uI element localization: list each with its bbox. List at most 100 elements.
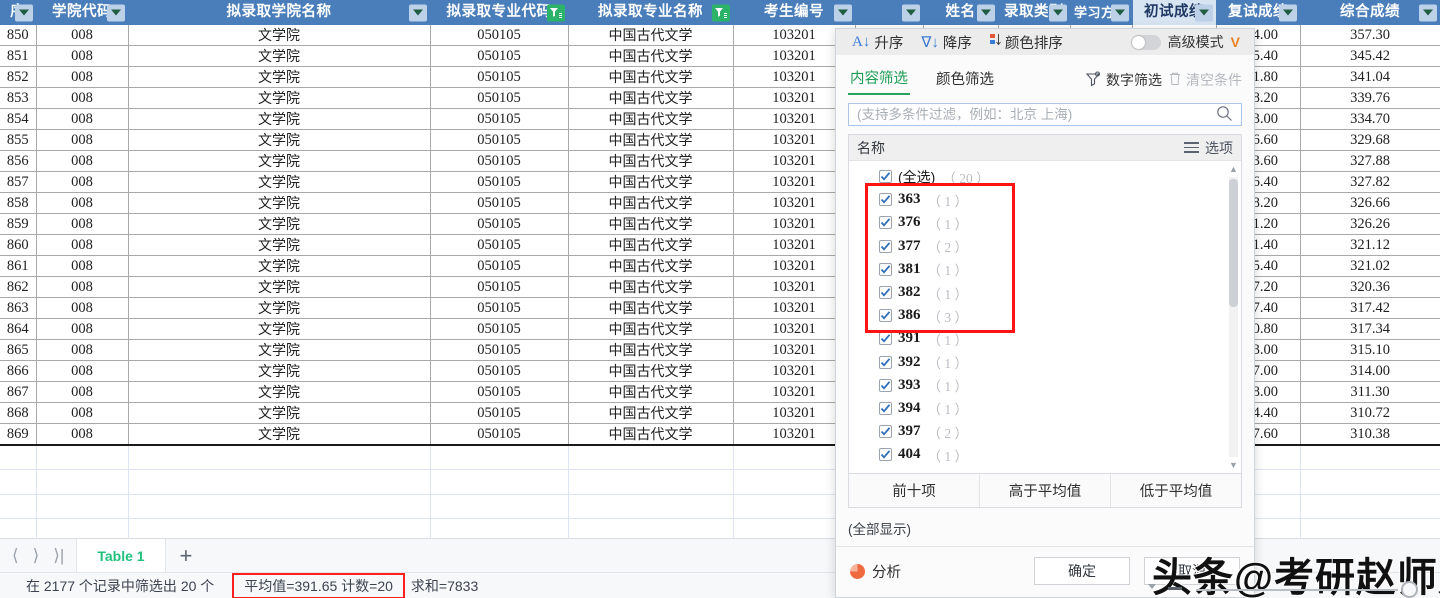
- cell-college_code[interactable]: 008: [36, 25, 128, 46]
- number-filter-button[interactable]: 数字筛选: [1085, 70, 1162, 90]
- cell-major_code[interactable]: 050105: [430, 277, 568, 298]
- cell-empty[interactable]: [1300, 494, 1440, 519]
- filter-list-scrollbar[interactable]: ▲ ▼: [1228, 163, 1239, 471]
- filter-list-body[interactable]: (全选)（ 20 ）363（ 1 ）376（ 1 ）377（ 2 ）381（ 1…: [849, 161, 1241, 473]
- filter-search-input[interactable]: [857, 107, 1216, 122]
- cell-total[interactable]: 326.66: [1300, 193, 1440, 214]
- cell-total[interactable]: 339.76: [1300, 88, 1440, 109]
- sort-descending-button[interactable]: ∇↓ 降序: [915, 32, 978, 53]
- filter-dropdown-icon[interactable]: [834, 4, 852, 21]
- cell-total[interactable]: 321.02: [1300, 256, 1440, 277]
- cell-seq[interactable]: 854: [0, 109, 36, 130]
- cell-major_code[interactable]: 050105: [430, 88, 568, 109]
- filter-search-box[interactable]: [848, 103, 1242, 126]
- color-sort-button[interactable]: 颜色排序: [984, 32, 1069, 53]
- filter-item[interactable]: 363（ 1 ）: [849, 188, 1241, 211]
- cell-empty[interactable]: [0, 470, 36, 495]
- cell-major[interactable]: 中国古代文学: [568, 382, 733, 403]
- cell-total[interactable]: 329.68: [1300, 130, 1440, 151]
- cell-college[interactable]: 文学院: [128, 403, 430, 424]
- filter-item[interactable]: 381（ 1 ）: [849, 258, 1241, 281]
- cell-major_code[interactable]: 050105: [430, 235, 568, 256]
- checkbox[interactable]: [879, 332, 892, 345]
- confirm-button[interactable]: 确定: [1034, 557, 1130, 585]
- analyze-button[interactable]: 分析: [850, 561, 901, 582]
- cell-empty[interactable]: [1300, 445, 1440, 470]
- cell-major_code[interactable]: 050105: [430, 25, 568, 46]
- cell-major_code[interactable]: 050105: [430, 403, 568, 424]
- cell-college_code[interactable]: 008: [36, 298, 128, 319]
- checkbox[interactable]: [879, 286, 892, 299]
- cell-college_code[interactable]: 008: [36, 235, 128, 256]
- filter-active-icon[interactable]: [712, 4, 730, 21]
- cell-empty[interactable]: [36, 445, 128, 470]
- cell-total[interactable]: 311.30: [1300, 382, 1440, 403]
- cell-college[interactable]: 文学院: [128, 214, 430, 235]
- cell-major_code[interactable]: 050105: [430, 46, 568, 67]
- checkbox[interactable]: [879, 448, 892, 461]
- cell-empty[interactable]: [430, 470, 568, 495]
- quick-filter-button-2[interactable]: 低于平均值: [1111, 474, 1241, 507]
- cell-empty[interactable]: [0, 494, 36, 519]
- cell-seq[interactable]: 858: [0, 193, 36, 214]
- cell-major_code[interactable]: 050105: [430, 214, 568, 235]
- cell-college_code[interactable]: 008: [36, 109, 128, 130]
- cell-college_code[interactable]: 008: [36, 88, 128, 109]
- filter-active-icon[interactable]: [547, 4, 565, 21]
- cell-major_code[interactable]: 050105: [430, 67, 568, 88]
- zoom-slider-knob[interactable]: [1401, 581, 1418, 598]
- checkbox[interactable]: [879, 216, 892, 229]
- cell-seq[interactable]: 867: [0, 382, 36, 403]
- cell-college[interactable]: 文学院: [128, 256, 430, 277]
- checkbox[interactable]: [879, 379, 892, 392]
- cell-major_code[interactable]: 050105: [430, 109, 568, 130]
- sheet-tab-table1[interactable]: Table 1: [76, 539, 165, 572]
- cell-seq[interactable]: 869: [0, 424, 36, 446]
- cell-college_code[interactable]: 008: [36, 256, 128, 277]
- filter-dropdown-icon[interactable]: [1279, 4, 1297, 21]
- cell-major[interactable]: 中国古代文学: [568, 256, 733, 277]
- cell-college_code[interactable]: 008: [36, 319, 128, 340]
- cell-seq[interactable]: 861: [0, 256, 36, 277]
- cell-major[interactable]: 中国古代文学: [568, 361, 733, 382]
- cell-total[interactable]: 317.34: [1300, 319, 1440, 340]
- cell-college_code[interactable]: 008: [36, 277, 128, 298]
- filter-dropdown-icon[interactable]: [409, 4, 427, 21]
- cell-seq[interactable]: 851: [0, 46, 36, 67]
- cell-total[interactable]: 357.30: [1300, 25, 1440, 46]
- cell-seq[interactable]: 863: [0, 298, 36, 319]
- cell-college_code[interactable]: 008: [36, 172, 128, 193]
- cell-college_code[interactable]: 008: [36, 130, 128, 151]
- cell-seq[interactable]: 852: [0, 67, 36, 88]
- cell-seq[interactable]: 859: [0, 214, 36, 235]
- cell-major_code[interactable]: 050105: [430, 361, 568, 382]
- cell-major_code[interactable]: 050105: [430, 151, 568, 172]
- cell-total[interactable]: 345.42: [1300, 46, 1440, 67]
- cell-major_code[interactable]: 050105: [430, 172, 568, 193]
- filter-dropdown-icon[interactable]: [1419, 4, 1437, 21]
- horizontal-scrollbar[interactable]: [1196, 587, 1426, 593]
- cell-total[interactable]: 314.00: [1300, 361, 1440, 382]
- cell-empty[interactable]: [568, 445, 733, 470]
- checkbox[interactable]: [879, 193, 892, 206]
- cell-college[interactable]: 文学院: [128, 109, 430, 130]
- cell-major[interactable]: 中国古代文学: [568, 319, 733, 340]
- filter-item[interactable]: 404（ 1 ）: [849, 443, 1241, 466]
- cell-college_code[interactable]: 008: [36, 46, 128, 67]
- search-icon[interactable]: [1216, 105, 1233, 125]
- quick-filter-button-1[interactable]: 高于平均值: [980, 474, 1111, 507]
- cell-major_code[interactable]: 050105: [430, 298, 568, 319]
- checkbox[interactable]: [879, 170, 892, 183]
- scrollbar-rail[interactable]: [1196, 589, 1398, 591]
- cell-empty[interactable]: [128, 445, 430, 470]
- checkbox[interactable]: [879, 263, 892, 276]
- cell-college[interactable]: 文学院: [128, 277, 430, 298]
- cell-college_code[interactable]: 008: [36, 214, 128, 235]
- cell-seq[interactable]: 866: [0, 361, 36, 382]
- cell-empty[interactable]: [36, 494, 128, 519]
- cell-major[interactable]: 中国古代文学: [568, 88, 733, 109]
- cell-college_code[interactable]: 008: [36, 403, 128, 424]
- cell-major[interactable]: 中国古代文学: [568, 403, 733, 424]
- cell-major[interactable]: 中国古代文学: [568, 25, 733, 46]
- filter-item[interactable]: 393（ 1 ）: [849, 374, 1241, 397]
